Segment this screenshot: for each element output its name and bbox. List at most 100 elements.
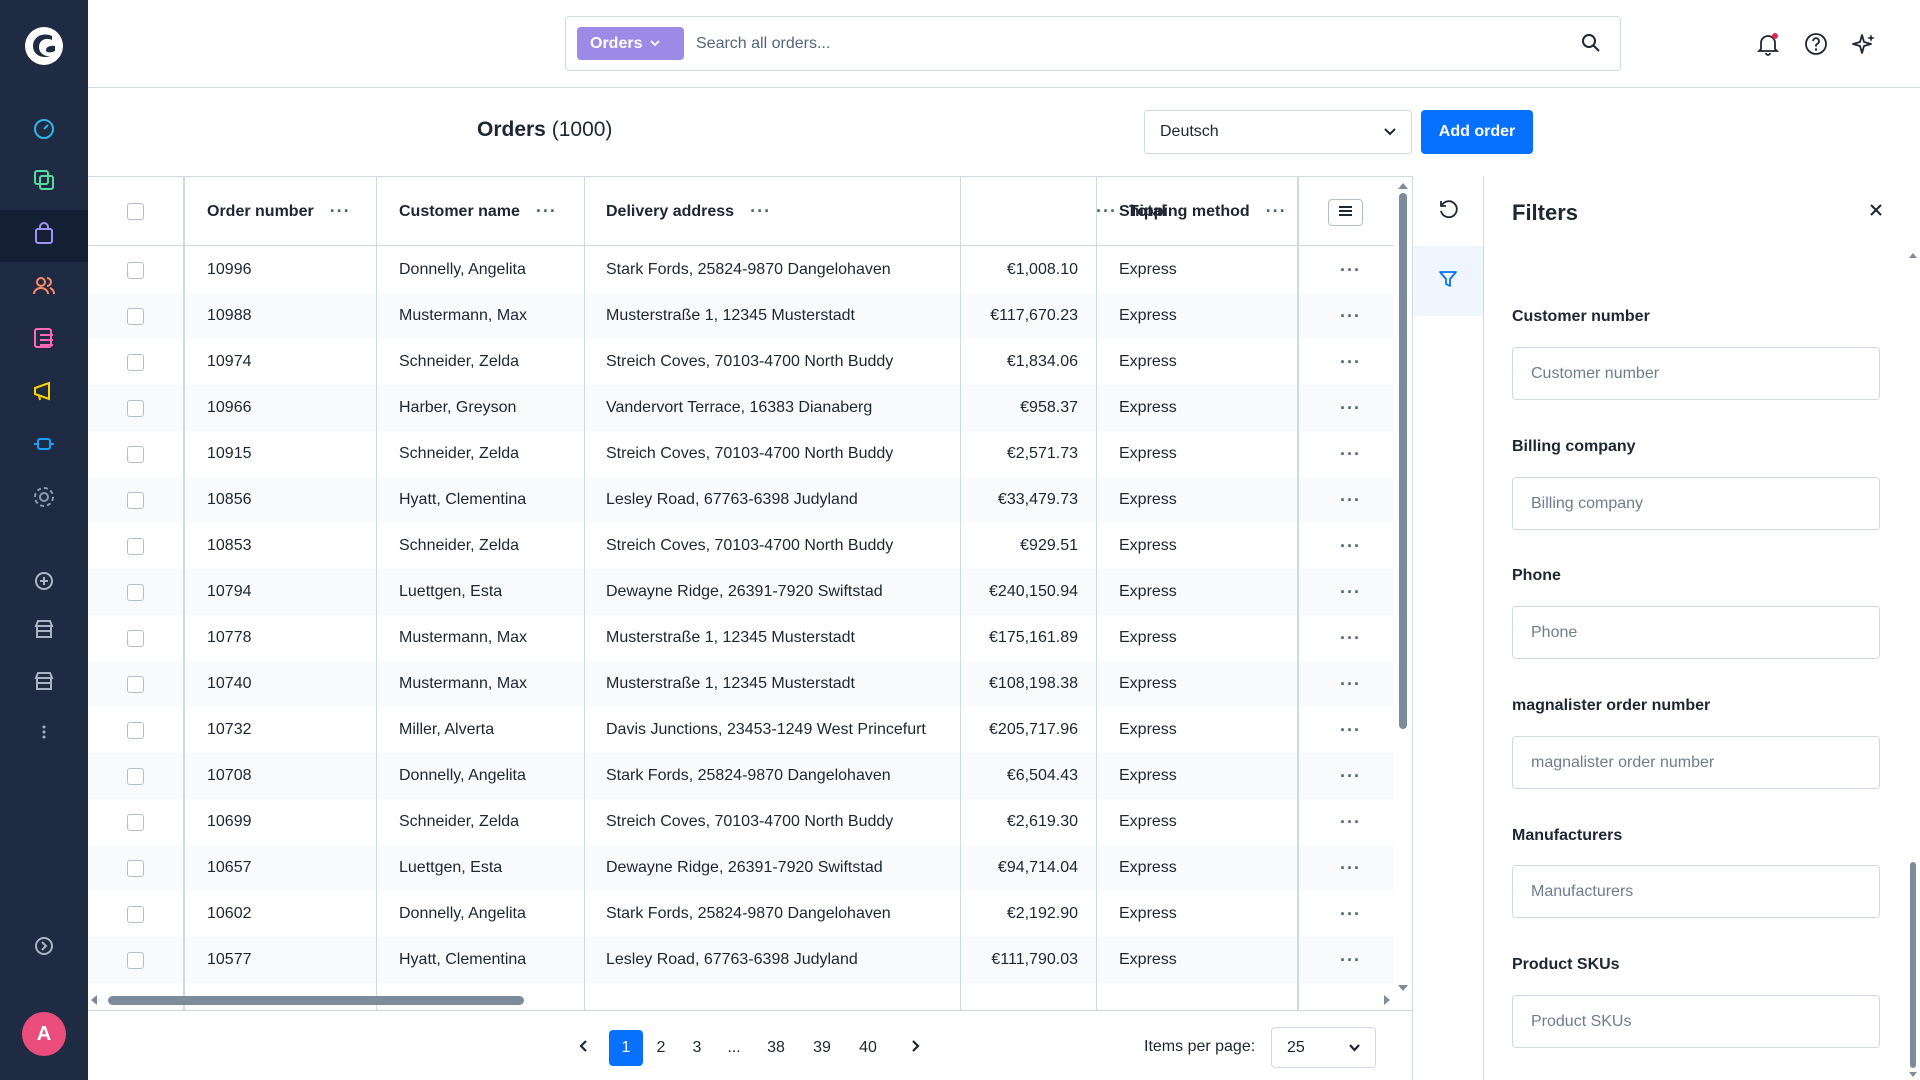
row-checkbox[interactable] <box>127 523 144 569</box>
order-number-cell[interactable]: 10988 <box>207 293 252 339</box>
page-button-38[interactable]: 38 <box>760 1030 792 1066</box>
row-checkbox[interactable] <box>127 477 144 523</box>
order-number-cell[interactable]: 10732 <box>207 707 252 753</box>
order-number-cell[interactable]: 10657 <box>207 845 252 891</box>
nav-content[interactable] <box>0 314 88 366</box>
row-actions-icon[interactable]: ··· <box>1340 477 1361 523</box>
nav-expand[interactable] <box>0 922 88 974</box>
order-number-cell[interactable]: 10974 <box>207 339 252 385</box>
page-button-2[interactable]: 2 <box>645 1030 677 1066</box>
row-actions-icon[interactable]: ··· <box>1340 615 1361 661</box>
row-checkbox[interactable] <box>127 247 144 293</box>
product-skus-filter-input[interactable] <box>1512 995 1880 1048</box>
refresh-button[interactable] <box>1413 176 1483 246</box>
search-input[interactable] <box>696 27 1556 61</box>
order-number-cell[interactable]: 10602 <box>207 891 252 937</box>
column-header-shipping-method[interactable]: Shipping method ··· <box>1119 177 1287 246</box>
add-order-button[interactable]: Add order <box>1421 110 1533 154</box>
row-checkbox[interactable] <box>127 661 144 707</box>
billing-company-filter-input[interactable] <box>1512 477 1880 530</box>
row-checkbox[interactable] <box>127 615 144 661</box>
select-all-checkbox[interactable] <box>127 203 144 220</box>
search-icon[interactable] <box>1580 32 1602 59</box>
page-button-39[interactable]: 39 <box>806 1030 838 1066</box>
filter-toggle-button[interactable] <box>1413 246 1483 316</box>
row-actions-icon[interactable]: ··· <box>1340 661 1361 707</box>
nav-dashboard[interactable] <box>0 104 88 156</box>
close-icon[interactable] <box>1868 202 1884 223</box>
row-checkbox[interactable] <box>127 339 144 385</box>
page-button-40[interactable]: 40 <box>852 1030 884 1066</box>
row-actions-icon[interactable]: ··· <box>1340 845 1361 891</box>
shopware-logo[interactable] <box>22 24 66 68</box>
language-select[interactable]: Deutsch <box>1144 110 1412 154</box>
row-checkbox[interactable] <box>127 431 144 477</box>
filter-panel-scrollbar[interactable] <box>1908 248 1918 1080</box>
order-number-cell[interactable]: 10577 <box>207 937 252 983</box>
prev-page-button[interactable] <box>567 1030 599 1066</box>
row-actions-icon[interactable]: ··· <box>1340 385 1361 431</box>
page-button-3[interactable]: 3 <box>681 1030 713 1066</box>
manufacturers-filter-input[interactable] <box>1512 865 1880 918</box>
phone-filter-input[interactable] <box>1512 606 1880 659</box>
column-header-customer-name[interactable]: Customer name ··· <box>399 177 557 246</box>
page-button-1[interactable]: 1 <box>609 1030 643 1066</box>
order-number-cell[interactable]: 10699 <box>207 799 252 845</box>
row-checkbox[interactable] <box>127 293 144 339</box>
row-actions-icon[interactable]: ··· <box>1340 937 1361 983</box>
avatar[interactable]: A <box>22 1012 66 1056</box>
notifications-icon[interactable] <box>1754 30 1782 58</box>
row-checkbox[interactable] <box>127 845 144 891</box>
nav-orders[interactable] <box>0 210 88 262</box>
vertical-scrollbar[interactable] <box>1396 179 1410 999</box>
row-checkbox[interactable] <box>127 569 144 615</box>
nav-storefront-2[interactable] <box>0 657 88 709</box>
row-actions-icon[interactable]: ··· <box>1340 753 1361 799</box>
row-actions-icon[interactable]: ··· <box>1340 569 1361 615</box>
magnalister-order-number-filter-input[interactable] <box>1512 736 1880 789</box>
column-settings-button[interactable] <box>1328 199 1363 226</box>
column-header-delivery-address[interactable]: Delivery address ··· <box>606 177 771 246</box>
row-actions-icon[interactable]: ··· <box>1340 339 1361 385</box>
row-actions-icon[interactable]: ··· <box>1340 891 1361 937</box>
nav-customers[interactable] <box>0 262 88 314</box>
order-number-cell[interactable]: 10853 <box>207 523 252 569</box>
search-type-button[interactable]: Orders <box>577 27 684 60</box>
row-checkbox[interactable] <box>127 937 144 983</box>
customer-number-filter-input[interactable] <box>1512 347 1880 400</box>
items-per-page-select[interactable]: 25 <box>1271 1027 1376 1068</box>
column-menu-icon[interactable]: ··· <box>1096 201 1117 222</box>
horizontal-scrollbar[interactable] <box>88 993 1394 1007</box>
row-checkbox[interactable] <box>127 891 144 937</box>
order-number-cell[interactable]: 10778 <box>207 615 252 661</box>
row-actions-icon[interactable]: ··· <box>1340 799 1361 845</box>
order-number-cell[interactable]: 10856 <box>207 477 252 523</box>
nav-storefront-1[interactable] <box>0 605 88 657</box>
row-actions-icon[interactable]: ··· <box>1340 523 1361 569</box>
row-checkbox[interactable] <box>127 753 144 799</box>
nav-marketing[interactable] <box>0 367 88 419</box>
row-actions-icon[interactable]: ··· <box>1340 293 1361 339</box>
nav-settings[interactable] <box>0 473 88 525</box>
column-menu-icon[interactable]: ··· <box>330 201 351 222</box>
row-actions-icon[interactable]: ··· <box>1340 431 1361 477</box>
order-number-cell[interactable]: 10740 <box>207 661 252 707</box>
next-page-button[interactable] <box>900 1030 932 1066</box>
nav-catalog[interactable] <box>0 156 88 208</box>
order-number-cell[interactable]: 10915 <box>207 431 252 477</box>
row-actions-icon[interactable]: ··· <box>1340 707 1361 753</box>
row-checkbox[interactable] <box>127 385 144 431</box>
order-number-cell[interactable]: 10966 <box>207 385 252 431</box>
nav-extensions[interactable] <box>0 420 88 472</box>
order-number-cell[interactable]: 10794 <box>207 569 252 615</box>
ai-sparkle-icon[interactable] <box>1850 30 1878 58</box>
column-menu-icon[interactable]: ··· <box>1266 201 1287 222</box>
nav-add-sales-channel[interactable] <box>0 557 88 609</box>
row-checkbox[interactable] <box>127 799 144 845</box>
row-actions-icon[interactable]: ··· <box>1340 247 1361 293</box>
column-menu-icon[interactable]: ··· <box>536 201 557 222</box>
column-header-order-number[interactable]: Order number ··· <box>207 177 351 246</box>
order-number-cell[interactable]: 10708 <box>207 753 252 799</box>
row-checkbox[interactable] <box>127 707 144 753</box>
help-icon[interactable] <box>1802 30 1830 58</box>
